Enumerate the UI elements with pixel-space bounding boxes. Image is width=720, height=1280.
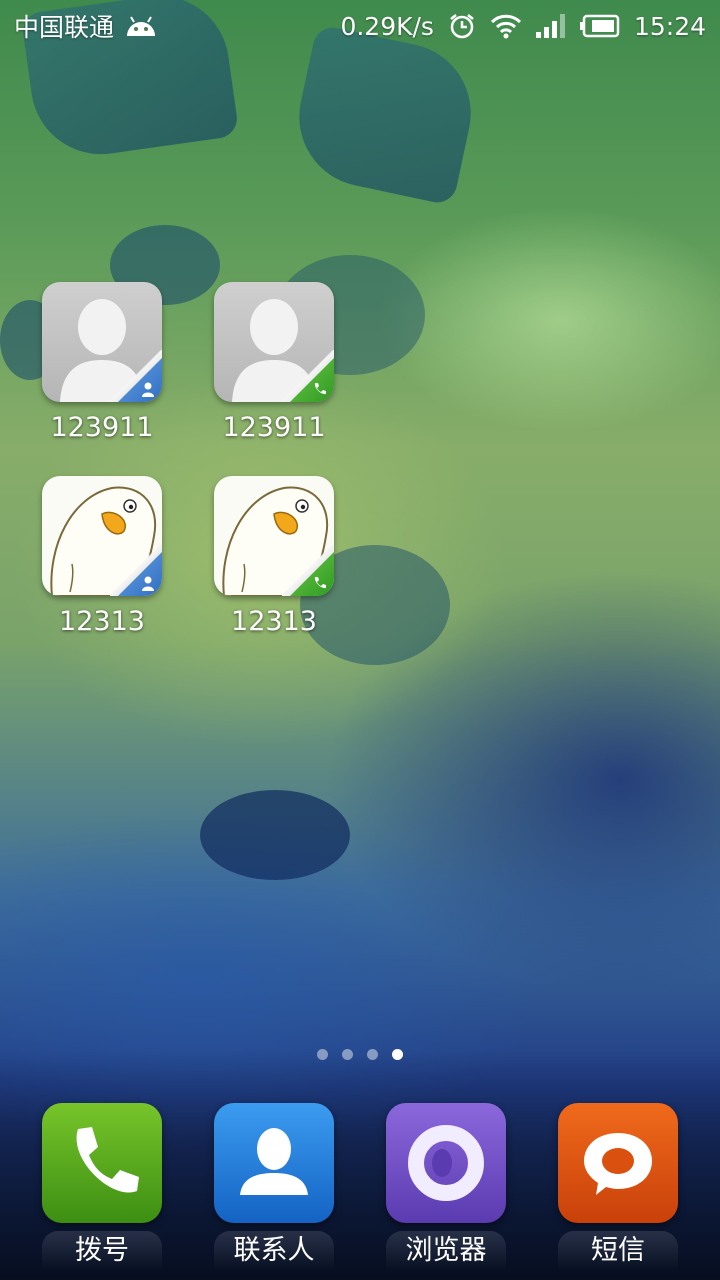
avatar bbox=[214, 476, 334, 596]
page-dot-active[interactable] bbox=[392, 1049, 403, 1060]
phone-icon bbox=[76, 1127, 139, 1193]
browser-ring-icon bbox=[408, 1125, 484, 1201]
wifi-icon bbox=[490, 14, 522, 39]
page-indicator bbox=[0, 1049, 720, 1060]
page-dot[interactable] bbox=[342, 1049, 353, 1060]
chat-bubble-icon bbox=[584, 1133, 652, 1195]
shortcut-contact-12313[interactable]: 12313 bbox=[27, 476, 177, 637]
avatar bbox=[42, 476, 162, 596]
shortcut-label: 123911 bbox=[50, 412, 154, 443]
shortcut-label: 12313 bbox=[231, 606, 317, 637]
dock-label: 联系人 bbox=[214, 1231, 334, 1271]
network-speed: 0.29K/s bbox=[340, 11, 434, 41]
dock-app-sms[interactable]: 短信 bbox=[548, 1103, 688, 1271]
page-dot[interactable] bbox=[317, 1049, 328, 1060]
shortcut-dial-123911[interactable]: 123911 bbox=[199, 282, 349, 443]
dock-label: 拨号 bbox=[42, 1231, 162, 1271]
browser-app-icon[interactable] bbox=[386, 1103, 506, 1223]
shortcut-label: 123911 bbox=[222, 412, 326, 443]
avatar bbox=[42, 282, 162, 402]
page-dot[interactable] bbox=[367, 1049, 378, 1060]
person-icon bbox=[240, 1128, 308, 1195]
clock: 15:24 bbox=[633, 11, 706, 41]
shortcut-label: 12313 bbox=[59, 606, 145, 637]
avatar bbox=[214, 282, 334, 402]
dock-label: 短信 bbox=[558, 1231, 678, 1271]
alarm-icon bbox=[450, 14, 474, 39]
battery-icon bbox=[579, 14, 620, 38]
shortcut-dial-12313[interactable]: 12313 bbox=[199, 476, 349, 637]
dock-app-browser[interactable]: 浏览器 bbox=[376, 1103, 516, 1271]
status-bar: 中国联通 0.29K/s 15:24 bbox=[0, 0, 720, 52]
carrier-label: 中国联通 bbox=[14, 13, 115, 42]
dialer-app-icon[interactable] bbox=[42, 1103, 162, 1223]
sms-app-icon[interactable] bbox=[558, 1103, 678, 1223]
dock-app-dialer[interactable]: 拨号 bbox=[32, 1103, 172, 1271]
dock-app-contacts[interactable]: 联系人 bbox=[204, 1103, 344, 1271]
signal-icon bbox=[535, 14, 565, 38]
shortcut-contact-123911[interactable]: 123911 bbox=[27, 282, 177, 443]
dock-label: 浏览器 bbox=[386, 1231, 506, 1271]
contacts-app-icon[interactable] bbox=[214, 1103, 334, 1223]
android-icon bbox=[127, 16, 156, 36]
